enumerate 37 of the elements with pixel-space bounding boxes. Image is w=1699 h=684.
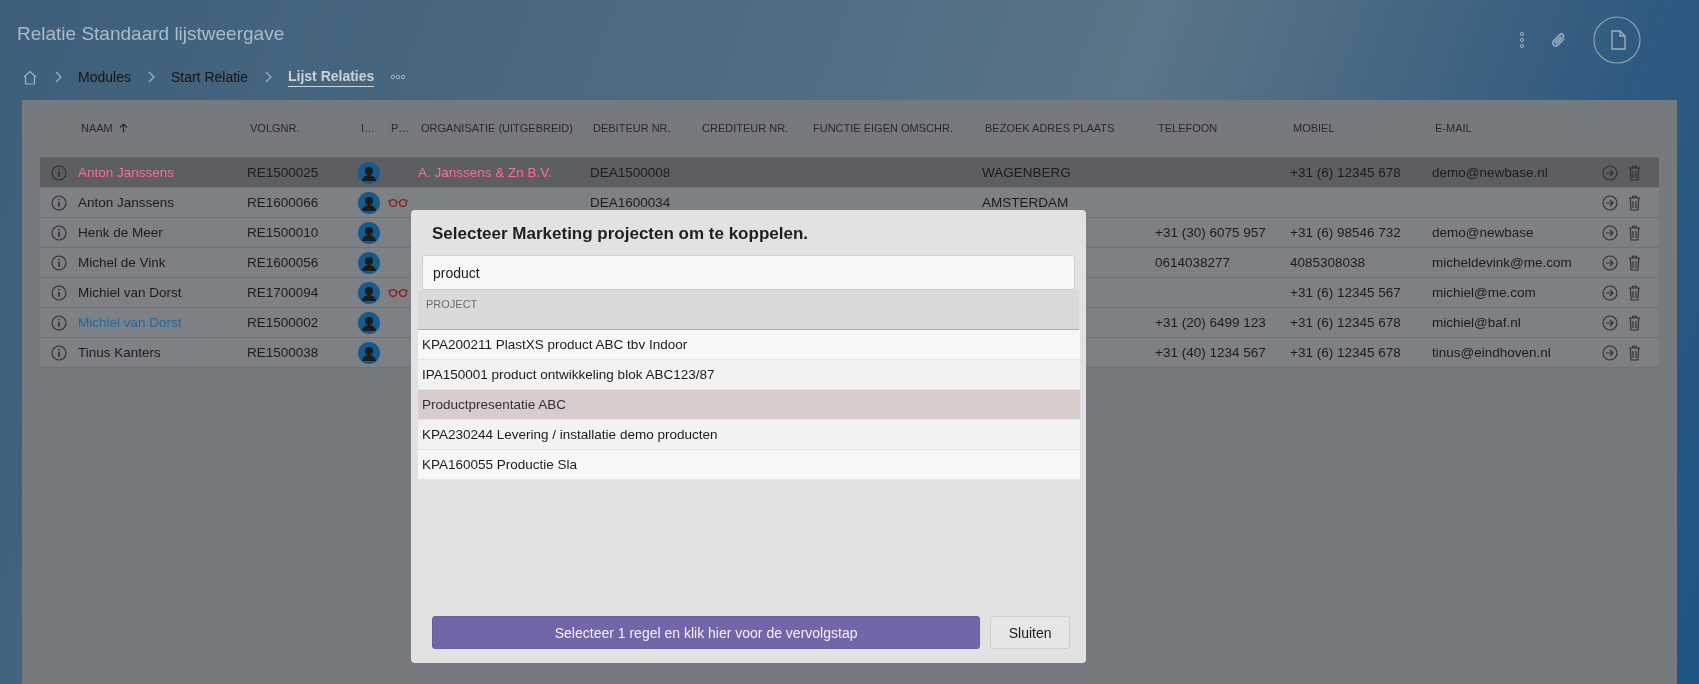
table-cell: demo@newbase.nl — [1432, 165, 1548, 180]
table-cell: +31 (40) 1234 567 — [1155, 345, 1266, 360]
table-cell: +31 (6) 12345 567 — [1290, 285, 1401, 300]
table-cell: DEA1600034 — [590, 195, 671, 210]
table-cell: RE1500038 — [247, 345, 319, 360]
page-title: Relatie Standaard lijstweergave — [17, 23, 285, 45]
table-cell: Tinus Kanters — [78, 345, 161, 360]
table-cell: Anton Janssens — [78, 165, 175, 180]
table-cell: RE1600056 — [247, 255, 319, 270]
table-cell: demo@newbase — [1432, 225, 1534, 240]
table-cell: +31 (6) 12345 678 — [1290, 315, 1401, 330]
table-cell: WAGENBERG — [982, 165, 1071, 180]
table-cell: AMSTERDAM — [982, 195, 1069, 210]
table-cell: +31 (30) 6075 957 — [1155, 225, 1266, 240]
table-cell: +31 (6) 98546 732 — [1290, 225, 1401, 240]
table-cell: Michel de Vink — [78, 255, 166, 270]
table-cell: +31 (20) 6499 123 — [1155, 315, 1266, 330]
dialog-title: Selecteer Marketing projecten om te koppelen. — [431, 223, 809, 245]
table-cell: 0614038277 — [1155, 255, 1231, 270]
table-cell: +31 (6) 12345 678 — [1290, 165, 1401, 180]
table-cell: tinus@eindhoven.nl — [1432, 345, 1551, 360]
table-cell: RE1600066 — [247, 195, 319, 210]
table-cell: michiel@baf.nl — [1432, 315, 1521, 330]
table-cell: micheldevink@me.com — [1432, 255, 1572, 270]
table-cell: 4085308038 — [1290, 255, 1366, 270]
table-cell: Anton Janssens — [78, 195, 175, 210]
table-cell: Michiel van Dorst — [78, 285, 182, 300]
table-cell: A. Janssens & Zn B.V. — [418, 165, 552, 180]
table-cell: RE1500002 — [247, 315, 319, 330]
table-cell: RE1500010 — [247, 225, 319, 240]
table-cell: michiel@me.com — [1432, 285, 1536, 300]
table-cell: RE1500025 — [247, 165, 319, 180]
table-cell: DEA1500008 — [590, 165, 671, 180]
table-cell: RE1700094 — [247, 285, 319, 300]
table-cell: Michiel van Dorst — [78, 315, 182, 330]
table-cell: +31 (6) 12345 678 — [1290, 345, 1401, 360]
table-cell: Henk de Meer — [78, 225, 163, 240]
